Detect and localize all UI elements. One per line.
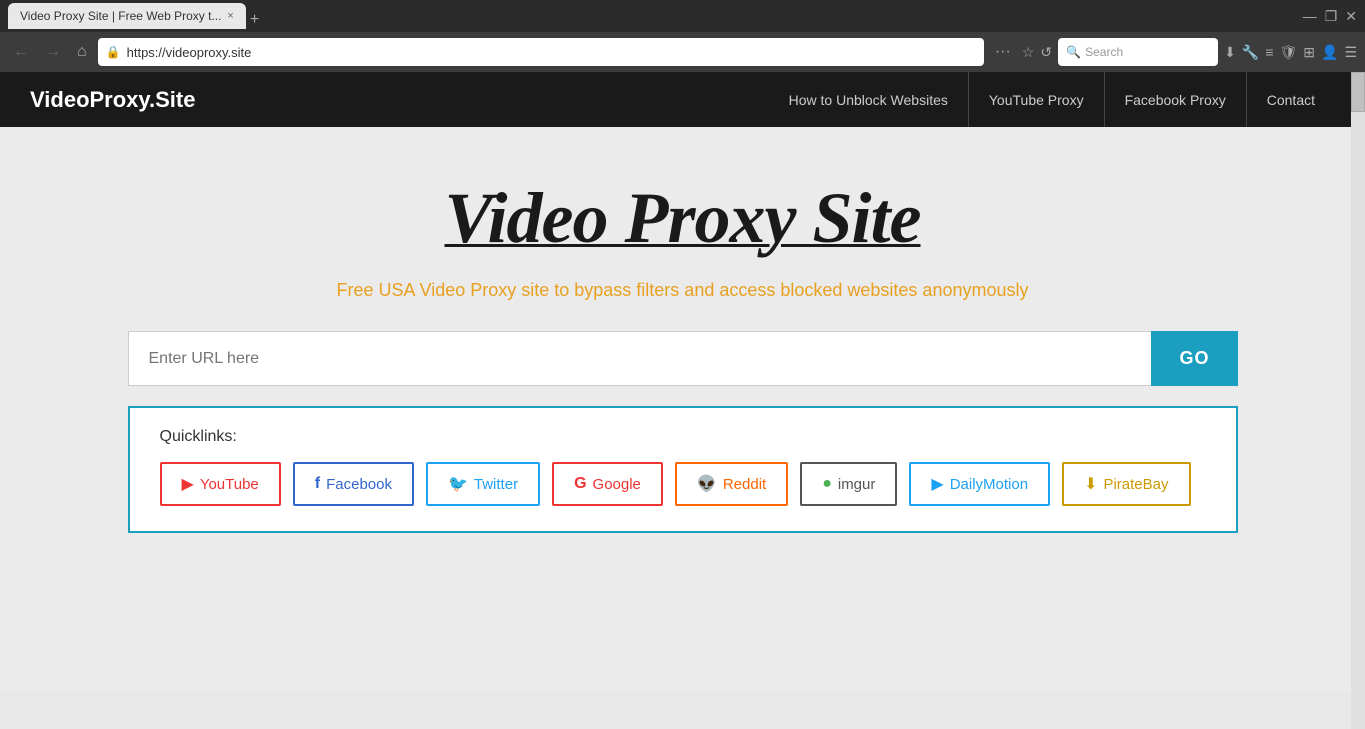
imgur-icon: ● xyxy=(822,475,832,493)
search-form: GO xyxy=(128,331,1238,386)
lock-icon: 🔒 xyxy=(106,45,121,59)
search-placeholder: Search xyxy=(1085,45,1123,59)
more-btn[interactable]: ··· xyxy=(990,41,1016,63)
quicklinks-box: Quicklinks: ▶ YouTube f Facebook 🐦 Twitt… xyxy=(128,406,1238,533)
shield-icon[interactable]: 🛡 xyxy=(1279,44,1297,61)
reddit-icon: 👽 xyxy=(697,474,717,494)
reddit-label: Reddit xyxy=(723,476,766,493)
nav-youtube-proxy[interactable]: YouTube Proxy xyxy=(969,72,1105,127)
quicklink-facebook[interactable]: f Facebook xyxy=(293,462,414,506)
browser-toolbar: ← → ⌂ 🔒 https://videoproxy.site ··· ☆ ↺ … xyxy=(0,32,1365,72)
scrollbar-track[interactable] xyxy=(1351,72,1365,729)
reader-icon[interactable]: ≡ xyxy=(1265,44,1273,60)
back-btn[interactable]: ← xyxy=(8,41,34,63)
hero-subtitle: Free USA Video Proxy site to bypass filt… xyxy=(336,280,1028,301)
tools-icon[interactable]: 🔧 xyxy=(1242,44,1259,61)
forward-btn[interactable]: → xyxy=(40,41,66,63)
nav-links: How to Unblock Websites YouTube Proxy Fa… xyxy=(769,72,1335,127)
site-logo[interactable]: VideoProxy.Site xyxy=(30,87,195,113)
tab-title: Video Proxy Site | Free Web Proxy t... xyxy=(20,9,221,23)
new-tab-btn[interactable]: + xyxy=(250,11,259,29)
quicklink-youtube[interactable]: ▶ YouTube xyxy=(160,462,281,506)
nav-facebook-proxy[interactable]: Facebook Proxy xyxy=(1105,72,1247,127)
quicklink-piratebay[interactable]: ⬇ PirateBay xyxy=(1062,462,1190,506)
search-icon: 🔍 xyxy=(1066,45,1081,59)
address-bar[interactable]: 🔒 https://videoproxy.site xyxy=(98,38,984,66)
browser-chrome: Video Proxy Site | Free Web Proxy t... ×… xyxy=(0,0,1365,72)
piratebay-label: PirateBay xyxy=(1103,476,1168,493)
facebook-icon: f xyxy=(315,475,320,493)
home-btn[interactable]: ⌂ xyxy=(72,41,92,63)
quicklink-google[interactable]: G Google xyxy=(552,462,663,506)
youtube-icon: ▶ xyxy=(182,474,194,494)
go-button[interactable]: GO xyxy=(1151,331,1237,386)
maximize-btn[interactable]: ❐ xyxy=(1325,8,1338,25)
nav-how-to[interactable]: How to Unblock Websites xyxy=(769,72,969,127)
twitter-icon: 🐦 xyxy=(448,474,468,494)
url-input[interactable] xyxy=(128,331,1152,386)
youtube-label: YouTube xyxy=(200,476,259,493)
google-icon: G xyxy=(574,475,586,493)
quicklink-twitter[interactable]: 🐦 Twitter xyxy=(426,462,540,506)
reload-btn[interactable]: ↺ xyxy=(1040,44,1052,61)
quicklinks-label: Quicklinks: xyxy=(160,428,1206,446)
imgur-label: imgur xyxy=(838,476,876,493)
quicklink-reddit[interactable]: 👽 Reddit xyxy=(675,462,788,506)
title-bar: Video Proxy Site | Free Web Proxy t... ×… xyxy=(0,0,1365,32)
dailymotion-label: DailyMotion xyxy=(950,476,1028,493)
minimize-btn[interactable]: — xyxy=(1303,8,1317,24)
site-nav: VideoProxy.Site How to Unblock Websites … xyxy=(0,72,1365,127)
quicklink-imgur[interactable]: ● imgur xyxy=(800,462,897,506)
main-content: Video Proxy Site Free USA Video Proxy si… xyxy=(0,127,1365,563)
close-btn[interactable]: ✕ xyxy=(1345,8,1357,25)
dailymotion-icon: ▶ xyxy=(931,474,943,494)
download-icon[interactable]: ⬇ xyxy=(1224,44,1236,61)
piratebay-icon: ⬇ xyxy=(1084,474,1097,494)
active-tab[interactable]: Video Proxy Site | Free Web Proxy t... × xyxy=(8,3,246,29)
facebook-label: Facebook xyxy=(326,476,392,493)
google-label: Google xyxy=(593,476,641,493)
bookmarks-icon[interactable]: ☆ xyxy=(1022,44,1035,61)
quicklinks-buttons: ▶ YouTube f Facebook 🐦 Twitter G Google … xyxy=(160,462,1206,506)
windows-icon[interactable]: ⊞ xyxy=(1303,44,1315,61)
quicklink-dailymotion[interactable]: ▶ DailyMotion xyxy=(909,462,1050,506)
tab-area: Video Proxy Site | Free Web Proxy t... ×… xyxy=(8,3,259,29)
menu-icon[interactable]: ☰ xyxy=(1344,44,1357,61)
tab-close-btn[interactable]: × xyxy=(227,10,233,22)
url-display: https://videoproxy.site xyxy=(127,45,252,60)
hero-title: Video Proxy Site xyxy=(445,177,921,260)
twitter-label: Twitter xyxy=(474,476,518,493)
browser-search-box[interactable]: 🔍 Search xyxy=(1058,38,1218,66)
profile-icon[interactable]: 👤 xyxy=(1321,44,1338,61)
website-content: VideoProxy.Site How to Unblock Websites … xyxy=(0,72,1365,692)
scrollbar-thumb[interactable] xyxy=(1351,72,1365,112)
nav-contact[interactable]: Contact xyxy=(1247,72,1335,127)
